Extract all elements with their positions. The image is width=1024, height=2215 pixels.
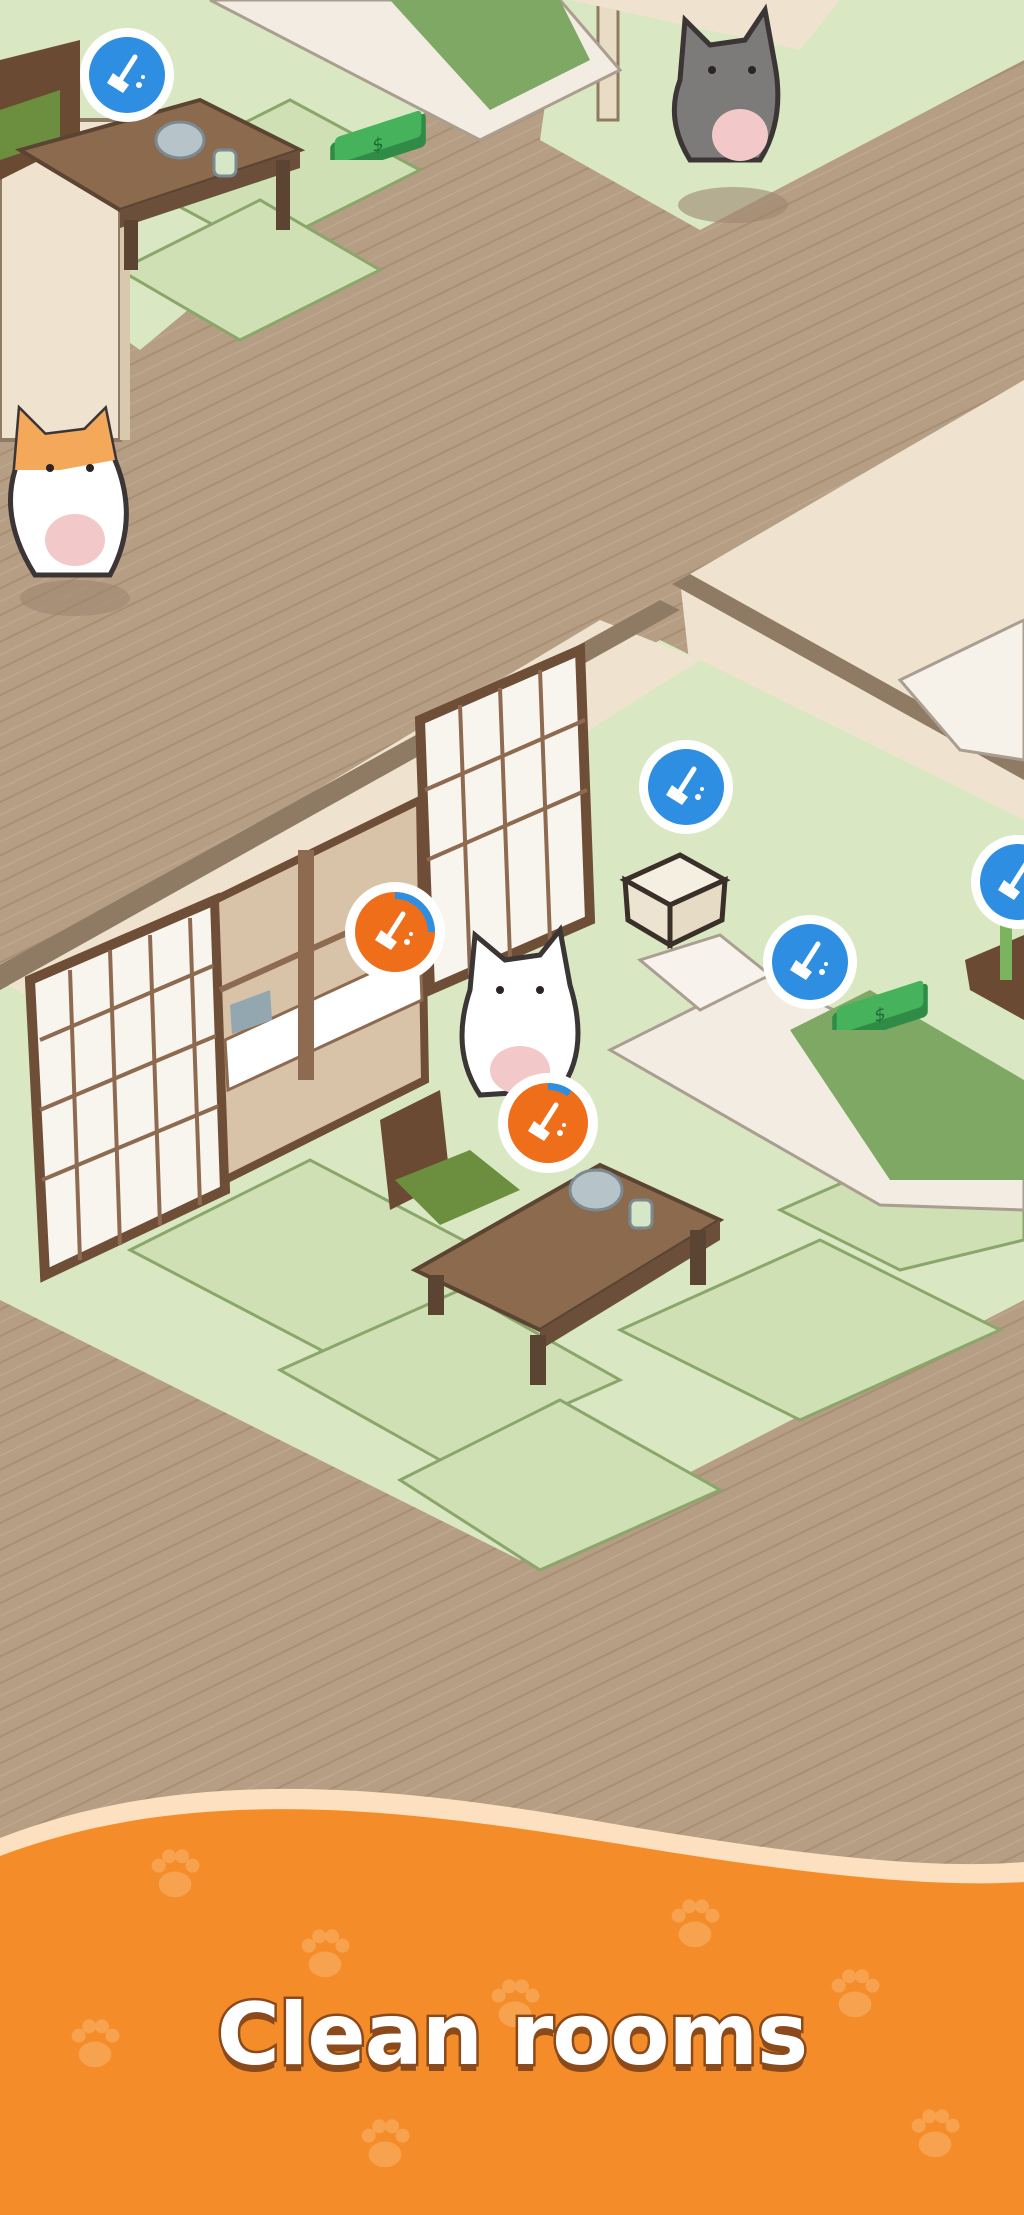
clean-task-icon[interactable] xyxy=(639,740,733,834)
clean-progress-icon[interactable] xyxy=(498,1073,598,1173)
clean-progress-icon[interactable] xyxy=(345,882,445,982)
caption-title: Clean rooms xyxy=(214,1983,811,2088)
clean-task-icon[interactable] xyxy=(763,915,857,1009)
clean-task-icon[interactable] xyxy=(80,28,174,122)
